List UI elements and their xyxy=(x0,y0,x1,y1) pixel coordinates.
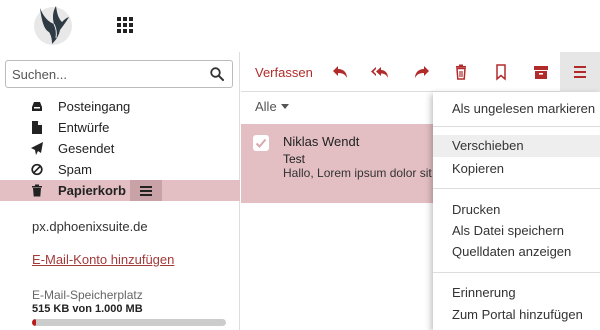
menu-divider xyxy=(433,188,600,189)
account-name: px.dphoenixsuite.de xyxy=(32,219,148,234)
more-menu-icon[interactable] xyxy=(560,52,600,92)
more-actions-menu: Als ungelesen markieren Verschieben Kopi… xyxy=(433,92,600,330)
menu-item-reminder[interactable]: Erinnerung xyxy=(433,282,600,304)
message-subject: Test xyxy=(283,152,306,166)
message-sender: Niklas Wendt xyxy=(283,134,360,149)
menu-divider xyxy=(433,272,600,273)
reply-all-icon[interactable] xyxy=(371,63,389,81)
toolbar: Verfassen xyxy=(241,52,600,92)
sidebar: Posteingang Entwürfe Gesendet Spam Papie… xyxy=(0,52,240,330)
trash-icon xyxy=(31,184,43,197)
search-icon[interactable] xyxy=(210,67,224,81)
forward-icon[interactable] xyxy=(412,63,430,81)
menu-item-add-to-portal[interactable]: Zum Portal hinzufügen xyxy=(433,304,600,326)
app-grid-icon[interactable] xyxy=(117,17,133,33)
inbox-icon xyxy=(31,100,43,113)
folder-gesendet[interactable]: Gesendet xyxy=(0,138,240,159)
folder-spam[interactable]: Spam xyxy=(0,159,240,180)
file-icon xyxy=(31,121,43,134)
checkbox-checked-icon[interactable] xyxy=(253,135,269,151)
bookmark-icon[interactable] xyxy=(492,63,510,81)
quota-bar xyxy=(32,319,226,326)
caret-down-icon xyxy=(280,104,289,109)
archive-icon[interactable] xyxy=(532,63,550,81)
folder-papierkorb[interactable]: Papierkorb xyxy=(0,180,240,201)
menu-item-mark-unread[interactable]: Als ungelesen markieren xyxy=(433,98,600,120)
menu-item-copy[interactable]: Kopieren xyxy=(433,158,600,180)
message-preview: Hallo, Lorem ipsum dolor sit a consetetu… xyxy=(283,166,433,180)
mail-app: Posteingang Entwürfe Gesendet Spam Papie… xyxy=(0,0,600,330)
delete-icon[interactable] xyxy=(452,63,470,81)
menu-item-show-source[interactable]: Quelldaten anzeigen xyxy=(433,241,600,263)
quota-label: E-Mail-Speicherplatz xyxy=(32,288,143,302)
add-account-link[interactable]: E-Mail-Konto hinzufügen xyxy=(32,252,174,267)
folder-entwuerfe[interactable]: Entwürfe xyxy=(0,117,240,138)
message-row[interactable]: Niklas Wendt Test Hallo, Lorem ipsum dol… xyxy=(241,124,433,203)
filter-dropdown[interactable]: Alle xyxy=(255,99,289,114)
folder-label: Spam xyxy=(58,162,92,177)
quota-fill xyxy=(32,319,36,326)
folder-label: Entwürfe xyxy=(58,120,110,135)
quota-value: 515 KB von 1.000 MB xyxy=(32,303,143,315)
search-input[interactable] xyxy=(12,65,202,84)
reply-icon[interactable] xyxy=(332,63,350,81)
folder-posteingang[interactable]: Posteingang xyxy=(0,96,240,117)
folder-label: Posteingang xyxy=(58,99,131,114)
search-box xyxy=(5,60,233,88)
menu-item-move[interactable]: Verschieben xyxy=(433,135,600,157)
menu-divider xyxy=(433,126,600,127)
compose-button[interactable]: Verfassen xyxy=(255,65,313,80)
folder-label: Papierkorb xyxy=(58,183,126,198)
menu-item-save-as-file[interactable]: Als Datei speichern xyxy=(433,220,600,242)
menu-item-print[interactable]: Drucken xyxy=(433,199,600,221)
ban-icon xyxy=(31,163,43,176)
phoenix-logo-icon[interactable] xyxy=(32,2,74,46)
folder-label: Gesendet xyxy=(58,141,115,156)
filter-label: Alle xyxy=(255,99,277,114)
hamburger-icon[interactable] xyxy=(130,180,162,201)
send-icon xyxy=(31,142,43,155)
